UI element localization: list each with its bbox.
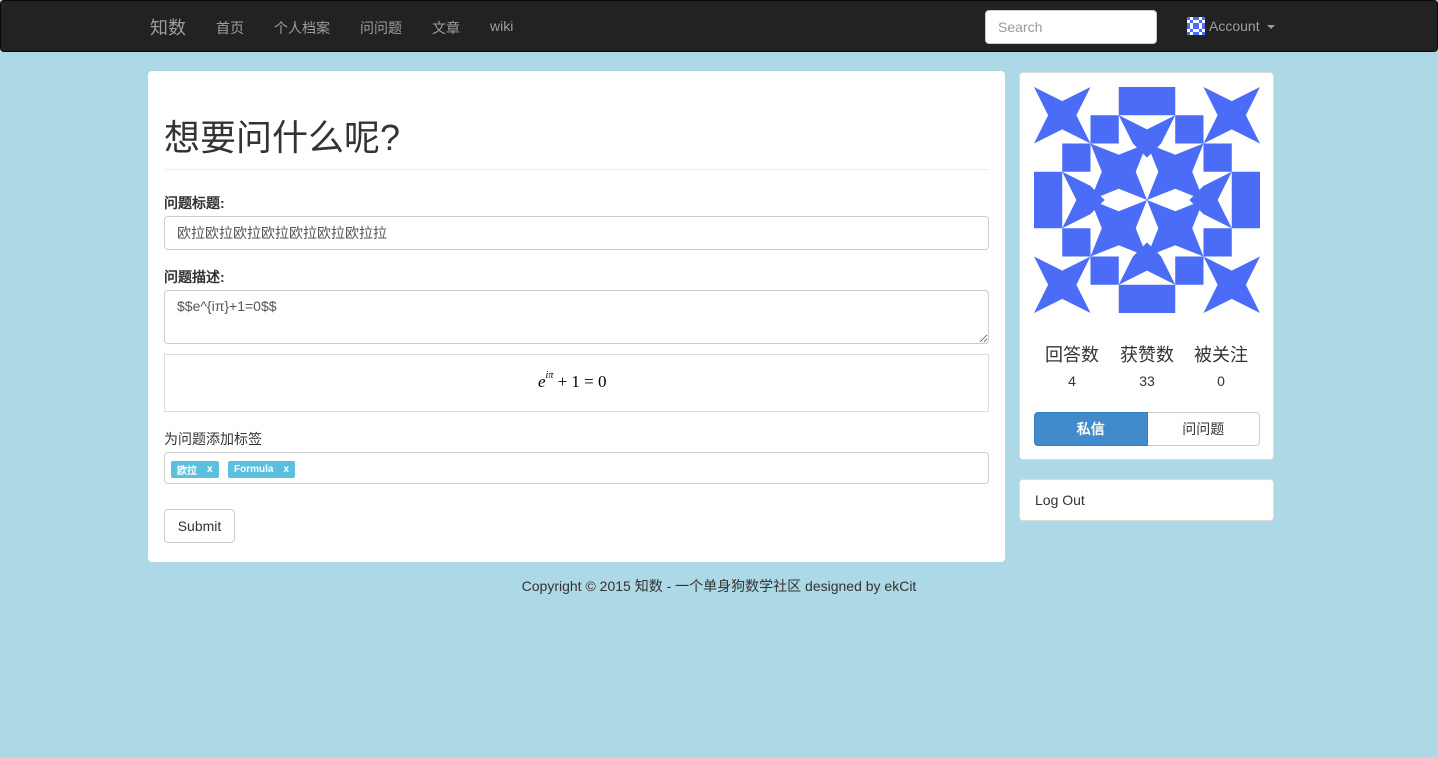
avatar-icon <box>1187 17 1205 35</box>
divider <box>164 169 989 170</box>
tag-label: Formula <box>234 464 274 475</box>
caret-down-icon <box>1266 25 1275 29</box>
logout-panel: Log Out <box>1019 479 1274 521</box>
formula-exponent: iπ <box>545 370 554 382</box>
search-input[interactable] <box>985 10 1157 44</box>
tag-label: 欧拉 <box>177 466 197 477</box>
formula-base: e <box>538 372 546 391</box>
question-description-textarea[interactable]: $$e^{iπ}+1=0$$ <box>164 290 989 344</box>
formula-preview: eiπ + 1 = 0 <box>164 354 989 412</box>
identicon-avatar[interactable] <box>1034 87 1260 313</box>
answers-count-label: 回答数 <box>1045 345 1099 365</box>
tag-remove-icon[interactable]: x <box>283 464 289 475</box>
formula-rest: + 1 = 0 <box>553 372 607 391</box>
nav-articles[interactable]: 文章 <box>432 18 460 38</box>
tag-chip: 欧拉 x <box>171 461 219 478</box>
nav-home[interactable]: 首页 <box>216 18 244 38</box>
followers-count-label: 被关注 <box>1194 345 1248 365</box>
nav-profile[interactable]: 个人档案 <box>274 18 330 38</box>
logout-link[interactable]: Log Out <box>1035 492 1085 508</box>
ask-question-button[interactable]: 问问题 <box>1147 412 1260 446</box>
tag-chip: Formula x <box>228 461 296 478</box>
top-navbar: 知数 首页 个人档案 问问题 文章 wiki Account <box>0 0 1438 52</box>
tags-label: 为问题添加标签 <box>164 431 262 447</box>
account-label: Account <box>1209 18 1260 34</box>
footer-copyright: Copyright © 2015 知数 - 一个单身狗数学社区 designed… <box>521 578 917 594</box>
followers-count-value: 0 <box>1217 373 1225 389</box>
profile-card: 回答数 获赞数 被关注 4 33 0 私信 问问题 <box>1019 72 1274 460</box>
answers-count-value: 4 <box>1068 373 1076 389</box>
ask-question-panel: 想要问什么呢? 问题标题: 问题描述: $$e^{iπ}+1=0$$ eiπ +… <box>148 71 1005 562</box>
profile-action-buttons: 私信 问问题 <box>1034 412 1260 446</box>
likes-count-value: 33 <box>1139 373 1155 389</box>
question-title-label: 问题标题: <box>164 195 225 211</box>
brand-logo[interactable]: 知数 <box>150 14 186 40</box>
private-message-button[interactable]: 私信 <box>1034 412 1148 446</box>
question-title-input[interactable] <box>164 216 989 250</box>
account-dropdown[interactable]: Account <box>1187 17 1275 35</box>
tag-remove-icon[interactable]: x <box>207 464 213 475</box>
question-description-label: 问题描述: <box>164 269 225 285</box>
nav-ask[interactable]: 问问题 <box>360 18 402 38</box>
likes-count-label: 获赞数 <box>1120 345 1174 365</box>
tags-input[interactable]: 欧拉 x Formula x <box>164 452 989 484</box>
page-title: 想要问什么呢? <box>164 117 401 158</box>
nav-wiki[interactable]: wiki <box>490 18 513 34</box>
formula-render: eiπ + 1 = 0 <box>538 370 607 392</box>
submit-button[interactable]: Submit <box>164 509 235 543</box>
